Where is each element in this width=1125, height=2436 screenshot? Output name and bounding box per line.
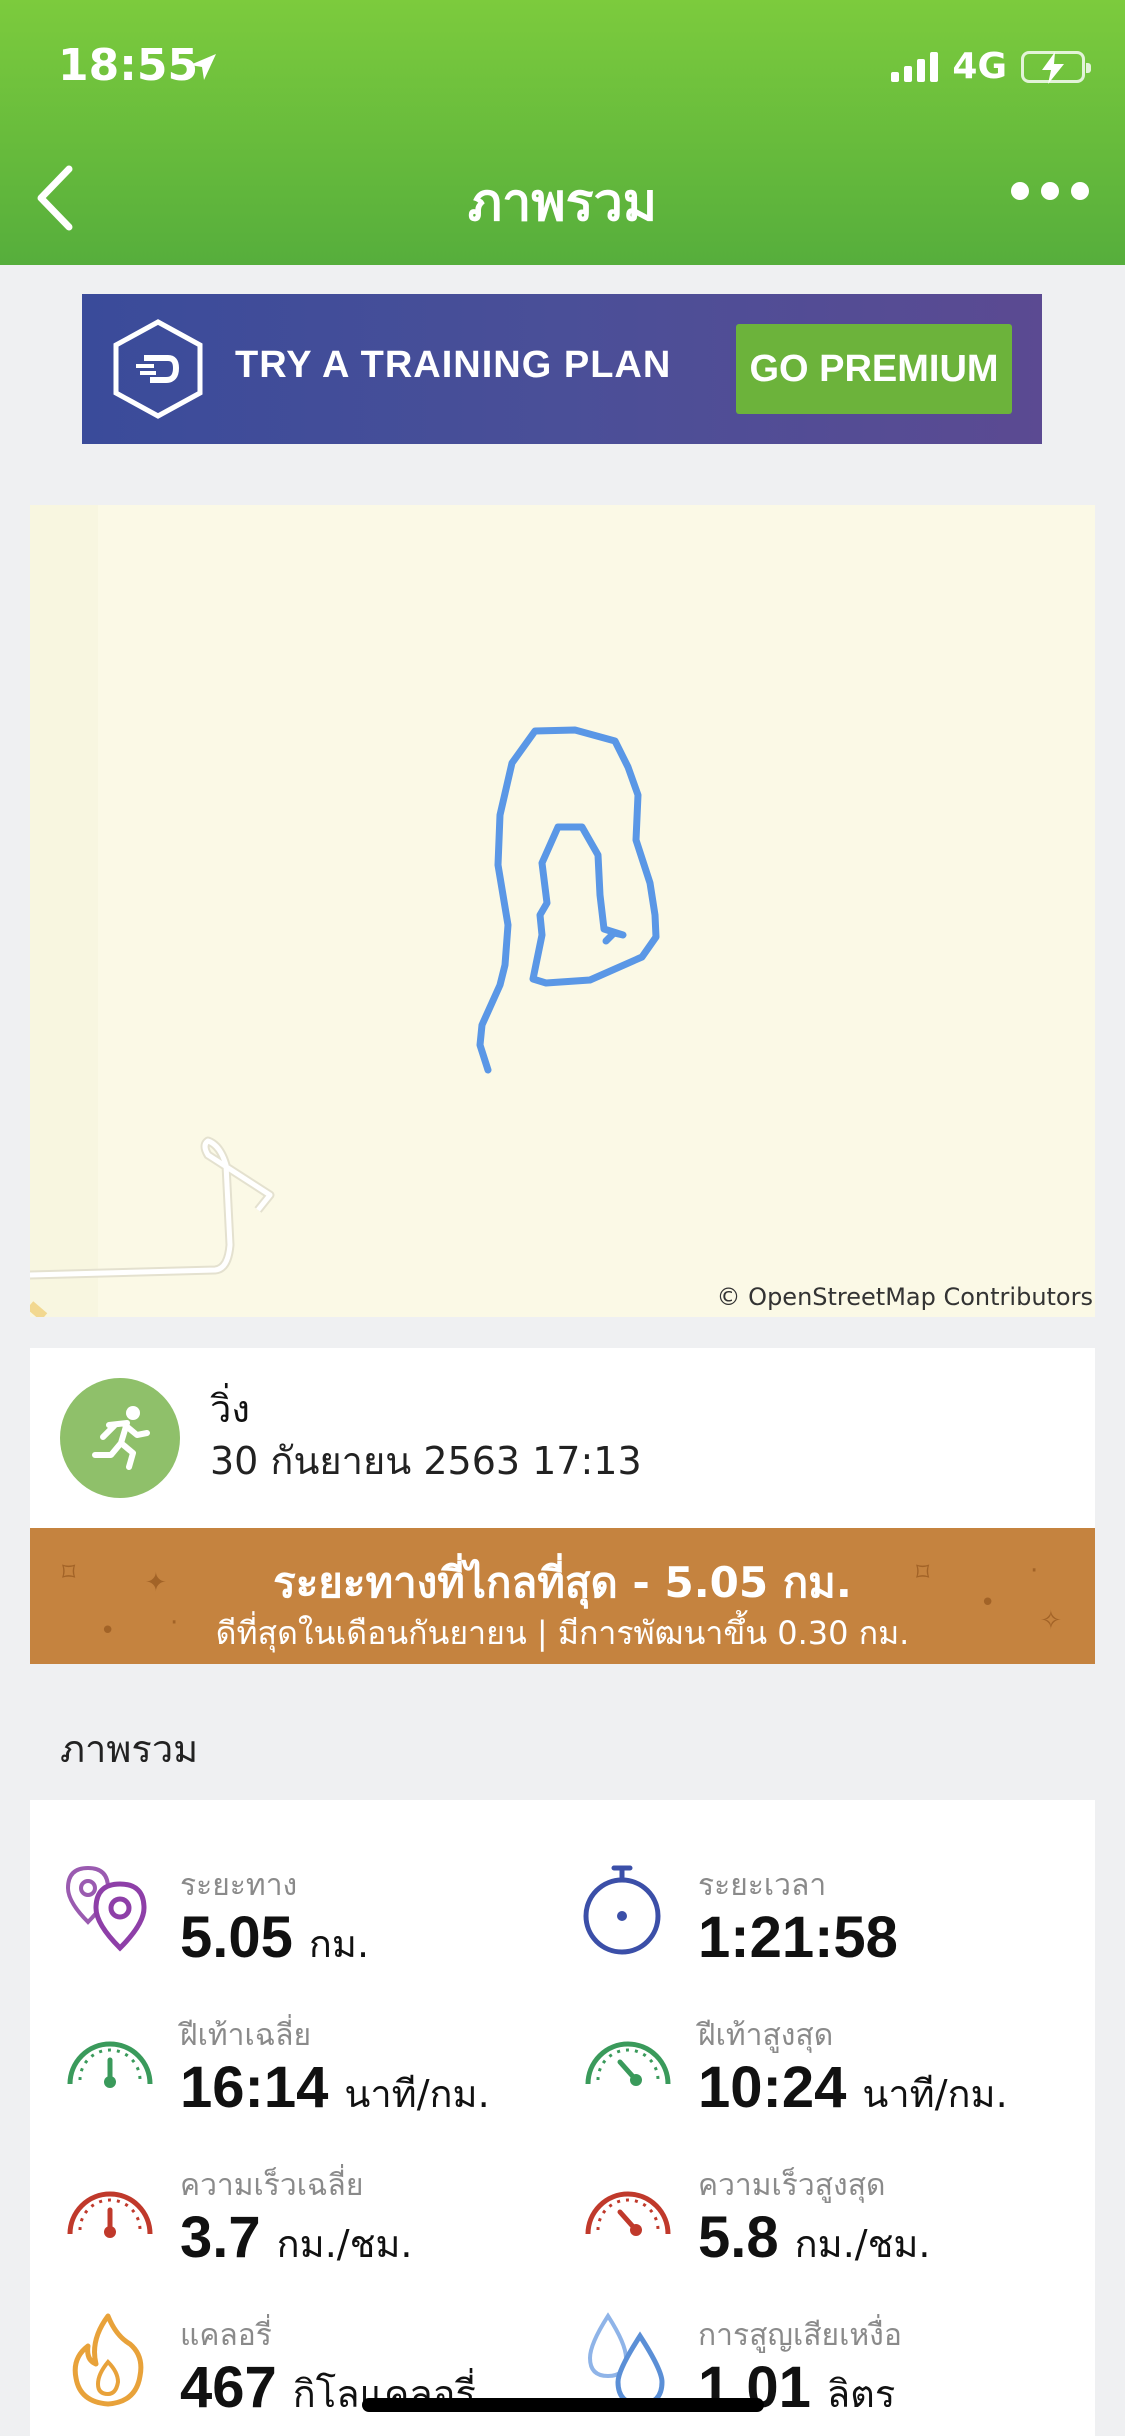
stat-unit: นาที/กม.	[862, 2072, 1008, 2116]
status-indicators: 4G	[891, 46, 1091, 87]
water-drops-icon	[587, 2312, 665, 2407]
activity-datetime: 30 กันยายน 2563 17:13	[210, 1439, 642, 1483]
stat-avg-pace: ฝีเท้าเฉลี่ย 16:14 นาที/กม.	[60, 2010, 580, 2150]
stat-distance: ระยะทาง 5.05 กม.	[60, 1860, 580, 2000]
stat-label: ความเร็วเฉลี่ย	[180, 2168, 364, 2203]
distance-pin-icon	[65, 1865, 147, 1952]
stat-label: การสูญเสียเหงื่อ	[698, 2318, 902, 2353]
stat-duration: ระยะเวลา 1:21:58	[578, 1860, 1098, 2000]
home-indicator[interactable]	[362, 2398, 764, 2412]
stat-value: 5.8	[698, 2205, 779, 2270]
achievement-subtitle: ดีที่สุดในเดือนกันยายน | มีการพัฒนาขึ้น …	[215, 1614, 910, 1652]
stat-avg-speed: ความเร็วเฉลี่ย 3.7 กม./ชม.	[60, 2160, 580, 2300]
max-pace-gauge-icon	[585, 2041, 671, 2086]
flame-icon	[72, 2313, 144, 2407]
stat-label: ฝีเท้าเฉลี่ย	[180, 2018, 312, 2053]
stat-unit: กม./ชม.	[794, 2222, 931, 2266]
stat-calories: แคลอรี่ 467 กิโลแคลอรี่	[60, 2310, 580, 2436]
signal-icon	[891, 51, 939, 82]
stat-max-speed: ความเร็วสูงสุด 5.8 กม./ชม.	[578, 2160, 1098, 2300]
max-speed-gauge-icon	[585, 2191, 671, 2236]
stat-label: แคลอรี่	[180, 2318, 272, 2353]
route-map-canvas	[30, 505, 660, 1317]
stat-value: 5.05	[180, 1905, 293, 1970]
app-header: 18:55 4G ภาพรวม	[0, 0, 1125, 265]
route-path	[476, 726, 660, 1074]
network-type: 4G	[952, 46, 1007, 87]
overview-section-title: ภาพรวม	[60, 1727, 199, 1771]
page-title: ภาพรวม	[467, 173, 658, 233]
stopwatch-icon	[583, 1865, 661, 1955]
stat-value: 10:24	[698, 2055, 847, 2120]
speed-gauge-icon	[67, 2191, 153, 2238]
ad-text: TRY A TRAINING PLAN	[235, 344, 672, 386]
stat-label: ความเร็วสูงสุด	[698, 2168, 886, 2203]
stat-value: 3.7	[180, 2205, 261, 2270]
more-options-button[interactable]	[1011, 182, 1089, 200]
stat-unit: กม./ชม.	[276, 2222, 413, 2266]
stat-label: ระยะเวลา	[698, 1868, 827, 1903]
stats-card: ระยะทาง 5.05 กม. ระยะเวลา 1:21:58 ฝีเท้าเ…	[30, 1800, 1095, 2436]
stat-label: ฝีเท้าสูงสุด	[698, 2018, 834, 2053]
achievement-banner: ⌑ ✦ • · ⌑ • ✧ · ระยะทางที่ไกลที่สุด - 5.…	[30, 1528, 1095, 1664]
stat-unit: ลิตร	[826, 2372, 896, 2416]
activity-summary-card: วิ่ง 30 กันยายน 2563 17:13	[30, 1348, 1095, 1528]
stat-value: 16:14	[180, 2055, 329, 2120]
pace-gauge-icon	[67, 2041, 153, 2088]
location-arrow-icon	[190, 54, 216, 80]
stat-label: ระยะทาง	[180, 1868, 298, 1903]
stat-unit: กม.	[308, 1922, 370, 1966]
go-premium-button[interactable]: GO PREMIUM	[736, 324, 1012, 414]
running-activity-icon	[60, 1378, 180, 1498]
stat-max-pace: ฝีเท้าสูงสุด 10:24 นาที/กม.	[578, 2010, 1098, 2150]
achievement-title: ระยะทางที่ไกลที่สุด - 5.05 กม.	[273, 1558, 852, 1607]
stat-sweat-loss: การสูญเสียเหงื่อ 1.01 ลิตร	[578, 2310, 1098, 2436]
training-plan-icon	[113, 319, 203, 419]
route-map[interactable]: © OpenStreetMap Contributors	[30, 505, 1095, 1317]
map-attribution: © OpenStreetMap Contributors	[716, 1283, 1093, 1311]
battery-icon	[1021, 50, 1091, 84]
status-time: 18:55	[58, 40, 199, 91]
stat-value: 1:21:58	[698, 1905, 898, 1970]
premium-ad-banner[interactable]: TRY A TRAINING PLAN GO PREMIUM	[82, 294, 1042, 444]
stat-unit: นาที/กม.	[344, 2072, 490, 2116]
stat-value: 467	[180, 2355, 277, 2420]
